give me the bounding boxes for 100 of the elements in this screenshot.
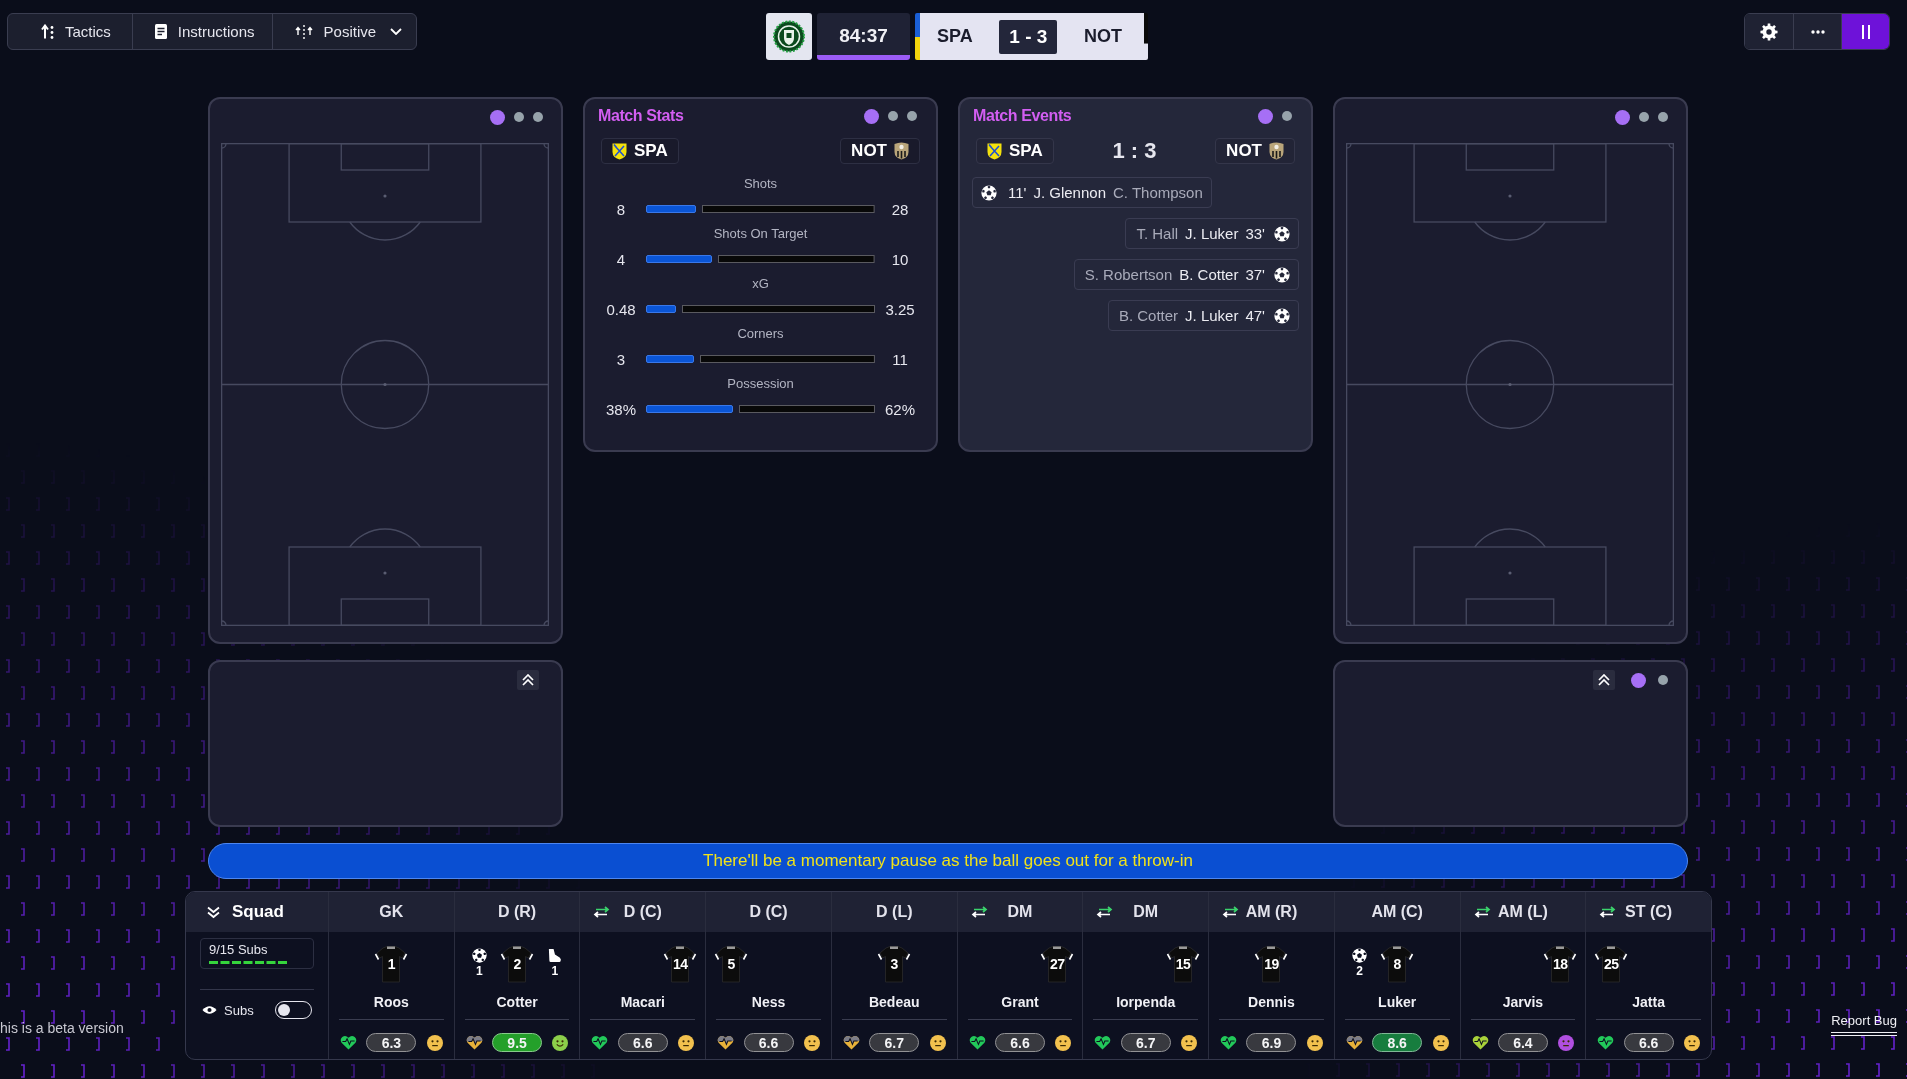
stat-label: xG	[751, 275, 770, 293]
event-minute: 37'	[1245, 266, 1265, 283]
rating-badge: 6.4	[1497, 1033, 1548, 1052]
stat-value: 28	[890, 200, 910, 218]
crest-icon	[612, 142, 627, 160]
page-dot[interactable]	[888, 111, 898, 121]
page-dot[interactable]	[1282, 111, 1292, 121]
shirt-number: 3	[889, 956, 899, 972]
stat-value: 3.25	[884, 300, 916, 318]
crest-icon	[894, 142, 909, 160]
assist-name: B. Cotter	[1118, 307, 1179, 324]
crest-icon	[987, 142, 1002, 160]
page-dot[interactable]	[907, 111, 917, 121]
stat-count: 2	[1356, 964, 1363, 978]
stat-label: Possession	[726, 375, 795, 393]
stat-label: Shots On Target	[712, 225, 809, 243]
scorer-name: J. Luker	[1185, 307, 1239, 324]
ball-icon	[1274, 225, 1290, 242]
collapse-button[interactable]	[1593, 670, 1615, 690]
player-name: Cotter	[496, 993, 538, 1011]
dropdown-button[interactable]: Positive	[271, 14, 417, 49]
more-icon	[1810, 29, 1825, 34]
player-name: Dennis	[1248, 993, 1295, 1011]
position-label: ST (C)	[1625, 903, 1673, 921]
rating-badge: 6.6	[743, 1033, 794, 1052]
shirt-number: 27	[1049, 956, 1066, 972]
player-name: Jatta	[1632, 993, 1665, 1011]
shirt-number: 14	[671, 956, 689, 972]
pause-icon	[1861, 24, 1870, 39]
dashes-icon	[209, 961, 287, 964]
page-dot[interactable]	[490, 109, 505, 125]
ball-icon	[471, 948, 487, 963]
team-code: SPA	[1009, 141, 1043, 161]
player-name: Roos	[373, 993, 409, 1011]
page-dot[interactable]	[514, 112, 524, 122]
player-name: Bedeau	[868, 993, 920, 1011]
arrow-dots-icon	[41, 24, 54, 39]
page-dot[interactable]	[1615, 109, 1630, 125]
page-dot[interactable]	[1639, 112, 1649, 122]
stat-count: 1	[476, 964, 483, 978]
rating-badge: 6.6	[995, 1033, 1045, 1052]
commentary-banner: There'll be a momentary pause as the ball goes out for a throw-in	[208, 843, 1688, 879]
boot-icon	[547, 948, 563, 963]
double-chevron-up-icon	[1598, 674, 1610, 686]
team-code: NOT	[851, 141, 887, 161]
rating-badge: 6.6	[1623, 1033, 1674, 1052]
team-code: NOT	[1084, 26, 1122, 47]
position-label: D (R)	[497, 903, 537, 921]
page-dot[interactable]	[1658, 675, 1668, 685]
stat-value: 0.48	[605, 300, 637, 318]
position-label: GK	[379, 903, 404, 921]
up-arrows-icon	[294, 23, 313, 40]
rating-badge: 6.6	[617, 1033, 668, 1052]
toolbar-button[interactable]: Tactics	[8, 14, 132, 49]
page-dot[interactable]	[864, 108, 879, 124]
rating-badge: 9.5	[492, 1033, 543, 1052]
event-minute: 47'	[1245, 307, 1265, 324]
page-dot[interactable]	[533, 112, 543, 122]
ball-icon	[981, 184, 997, 201]
position-label: DM	[1007, 903, 1033, 921]
shirt-number: 8	[1392, 956, 1402, 972]
scorer-name: J. Glennon	[1033, 184, 1106, 201]
pause-button[interactable]	[1841, 14, 1889, 49]
stat-value: 3	[615, 350, 627, 368]
ball-icon	[1274, 307, 1290, 324]
eye-icon	[202, 1005, 217, 1015]
scorer-name: B. Cotter	[1179, 266, 1239, 283]
collapse-button[interactable]	[517, 670, 539, 690]
page-dot[interactable]	[1658, 112, 1668, 122]
more-button[interactable]	[1793, 14, 1841, 49]
rating-badge: 6.7	[1120, 1033, 1171, 1052]
settings-button[interactable]	[1745, 14, 1793, 49]
beta-note: his is a beta version	[0, 1020, 124, 1036]
double-chevron-up-icon	[522, 674, 534, 686]
stat-label: Shots	[742, 175, 779, 193]
panel-title: Match Events	[973, 107, 1072, 125]
toolbar-button[interactable]: Instructions	[131, 14, 272, 49]
document-icon	[154, 24, 167, 39]
player-name: Luker	[1378, 993, 1417, 1011]
stat-value: 38%	[605, 400, 637, 418]
position-label: D (C)	[749, 903, 788, 921]
page-dot[interactable]	[1258, 108, 1273, 124]
match-clock: 84:37	[817, 13, 910, 60]
stat-value: 8	[615, 200, 627, 218]
ball-icon	[1274, 266, 1290, 283]
shirt-number: 15	[1174, 956, 1192, 972]
shirt-number: 2	[512, 956, 522, 972]
chevron-down-icon	[390, 28, 403, 35]
player-name: Ness	[751, 993, 786, 1011]
player-name: Iorpenda	[1116, 993, 1176, 1011]
rating-badge: 8.6	[1372, 1033, 1423, 1052]
position-label: DM	[1133, 903, 1159, 921]
position-label: D (L)	[876, 903, 913, 921]
shirt-number: 18	[1551, 956, 1569, 972]
settings-icon	[1760, 22, 1778, 41]
event-minute: 11'	[1008, 184, 1027, 201]
page-dot[interactable]	[1631, 672, 1646, 688]
shirt-number: 19	[1263, 956, 1280, 972]
report-bug-link[interactable]: Report Bug	[1831, 1013, 1897, 1036]
panel-title: Match Stats	[598, 107, 684, 125]
